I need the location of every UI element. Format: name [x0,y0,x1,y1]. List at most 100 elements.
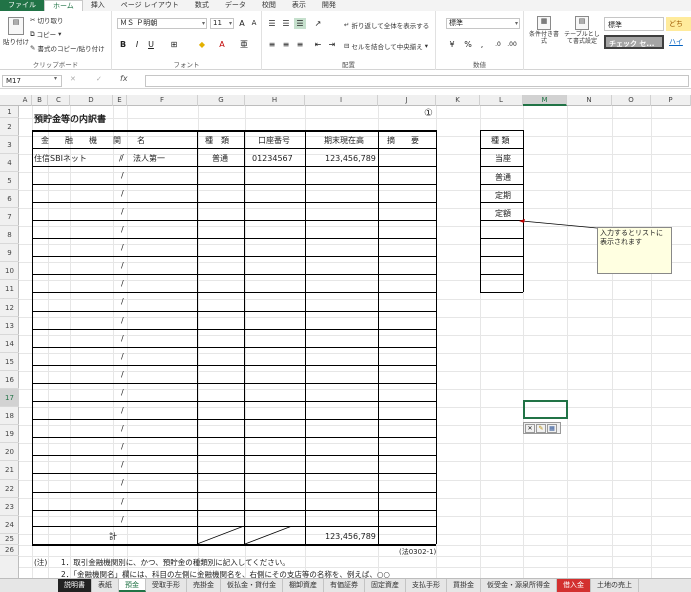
tab-insert[interactable]: 挿入 [83,0,113,11]
sheet-tab[interactable]: 支払手形 [406,579,447,592]
align-bottom-button[interactable]: ☰ [294,18,306,29]
row-header[interactable]: 19 [0,425,19,443]
sheet-tab[interactable]: 預金 [119,579,146,592]
row-header[interactable]: 24 [0,516,19,534]
align-left-button[interactable]: ≡ [266,39,278,50]
style-hyperlink[interactable]: ハイ [666,35,691,49]
table-icon[interactable]: ▦ [547,424,557,433]
row-header[interactable]: 22 [0,480,19,498]
style-neutral[interactable]: どち [666,17,691,31]
phonetic-button[interactable]: 亜 [238,39,250,50]
worksheet-grid[interactable]: 預貯金等の内訳書 ① 金 融 機 関 名 種 類 口座番号 期末現在高 摘 要 … [19,106,691,578]
column-header-m[interactable]: M [523,95,567,106]
tab-review[interactable]: 校閲 [254,0,284,11]
row-header[interactable]: 2 [0,118,19,136]
font-grow-button[interactable]: A [236,18,248,29]
sheet-tab[interactable]: 説明書 [58,579,92,592]
tab-home[interactable]: ホーム [44,0,83,11]
column-header-n[interactable]: N [567,95,612,106]
side-list-item[interactable]: 当座 [495,153,511,165]
tab-page-layout[interactable]: ページ レイアウト [113,0,187,11]
edit-note-icon[interactable]: ✎ [536,424,546,433]
tab-data[interactable]: データ [217,0,254,11]
underline-button[interactable]: U [145,39,157,50]
selected-cell[interactable] [523,400,568,419]
row-header[interactable]: 16 [0,371,19,389]
row1-branch[interactable]: 法人第一 [133,153,165,165]
comma-button[interactable]: , [476,39,488,50]
sheet-tab[interactable]: 棚卸資産 [283,579,324,592]
row-header[interactable]: 14 [0,335,19,353]
decrease-indent-button[interactable]: ⇤ [312,39,324,50]
align-top-button[interactable]: ☰ [266,18,278,29]
tab-view[interactable]: 表示 [284,0,314,11]
row-header[interactable]: 9 [0,244,19,262]
column-header-f[interactable]: F [127,95,198,106]
side-list-item[interactable]: 普通 [495,172,511,184]
align-right-button[interactable]: ≡ [294,39,306,50]
paste-button[interactable]: ▤ 貼り付け [3,17,29,46]
row-header[interactable]: 25 [0,534,19,545]
style-normal[interactable]: 標準 [604,17,664,31]
font-name-select[interactable]: ＭＳ Ｐ明朝 [117,18,207,29]
row-header[interactable]: 12 [0,299,19,317]
row-header[interactable]: 15 [0,353,19,371]
sheet-tab[interactable]: 土地の売上 [591,579,639,592]
column-header-a[interactable]: A [19,95,32,106]
tab-developer[interactable]: 開発 [314,0,344,11]
row-header[interactable]: 7 [0,208,19,226]
style-check-cell[interactable]: チェック セ... [604,35,664,49]
number-format-select[interactable]: 標準 [446,18,520,29]
orientation-button[interactable]: ↗ [312,18,324,29]
wrap-text-button[interactable]: ↵ 折り返して全体を表示する [344,20,429,30]
align-middle-button[interactable]: ☰ [280,18,292,29]
row-header[interactable]: 18 [0,407,19,425]
accounting-format-button[interactable]: ¥ [446,39,458,50]
increase-indent-button[interactable]: ⇥ [326,39,338,50]
conditional-format-button[interactable]: ▦ 条件付き書式 [529,16,559,45]
tab-file[interactable]: ファイル [0,0,44,11]
sheet-tab[interactable]: 仮受金・源泉所得金 [481,579,557,592]
row-header[interactable]: 6 [0,190,19,208]
column-header-l[interactable]: L [480,95,523,106]
column-header-j[interactable]: J [378,95,436,106]
sheet-tab[interactable]: 固定資産 [365,579,406,592]
sheet-tab[interactable]: 有価証券 [324,579,365,592]
sheet-tab[interactable]: 買掛金 [447,579,481,592]
increase-decimal-button[interactable]: .0 [492,39,504,50]
row-header[interactable]: 4 [0,154,19,172]
name-box[interactable]: M17 [2,75,62,87]
sheet-tab[interactable]: 仮払金・貸付金 [221,579,283,592]
row-header[interactable]: 17 [0,389,19,407]
row-header[interactable]: 13 [0,317,19,335]
enter-icon[interactable]: ✓ [96,75,102,83]
side-list-item[interactable]: 定期 [495,190,511,202]
row-header[interactable]: 10 [0,262,19,280]
row-header[interactable]: 11 [0,280,19,299]
decrease-decimal-button[interactable]: .00 [506,39,518,50]
row-header[interactable]: 5 [0,172,19,190]
side-list-item[interactable]: 定額 [495,208,511,220]
percent-button[interactable]: % [462,39,474,50]
quick-analysis-toolbar[interactable]: ✕ ✎ ▦ [523,422,561,434]
row-header[interactable]: 23 [0,498,19,516]
row-header[interactable]: 26 [0,545,19,556]
cancel-icon[interactable]: ✕ [70,75,76,83]
row-header[interactable]: 21 [0,461,19,480]
formula-input[interactable] [145,75,689,87]
row-header[interactable]: 3 [0,136,19,154]
format-as-table-button[interactable]: ▤ テーブルとして書式設定 [562,16,602,45]
column-header-k[interactable]: K [436,95,480,106]
row-header[interactable]: 20 [0,443,19,461]
align-center-button[interactable]: ≡ [280,39,292,50]
font-color-button[interactable]: A [216,39,228,50]
fill-color-button[interactable]: ◆ [196,39,208,50]
sheet-tab[interactable]: 受取手形 [146,579,187,592]
row1-bank[interactable]: 住信SBIネット [34,153,87,165]
column-header-e[interactable]: E [113,95,127,106]
bold-button[interactable]: B [117,39,129,50]
sheet-tab[interactable]: 表紙 [92,579,119,592]
column-header-d[interactable]: D [70,95,113,106]
borders-button[interactable]: ⊞ [168,39,180,50]
row1-type[interactable]: 普通 [212,153,228,165]
